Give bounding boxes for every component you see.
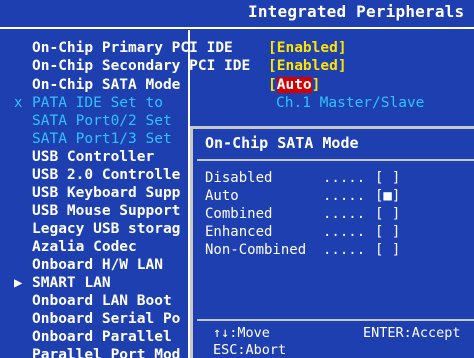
- menu-row-label: Parallel Port Mod: [32, 347, 181, 358]
- popup-footer-divider: [197, 319, 474, 321]
- menu-row[interactable]: x PATA IDE Set to Ch.1 Master/Slave: [0, 94, 470, 112]
- menu-row-label: USB 2.0 Controlle: [32, 167, 181, 183]
- help-move: ↑↓:Move: [213, 325, 270, 341]
- value-bracket-close: ]: [311, 77, 321, 93]
- value-bracket-open: [: [268, 77, 277, 93]
- menu-row-label: SATA Port1/3 Set: [32, 131, 172, 147]
- menu-row-value[interactable]: [Auto]: [268, 76, 320, 94]
- menu-row-value[interactable]: [Enabled]: [268, 39, 347, 57]
- option-dots: .....: [323, 206, 366, 222]
- menu-row-label: Onboard LAN Boot: [32, 293, 172, 309]
- sata-mode-popup: On-Chip SATA Mode Disabled.....[ ] Auto..…: [190, 126, 474, 358]
- option-radio[interactable]: [ ]: [375, 169, 400, 187]
- menu-row-label: USB Keyboard Supp: [32, 185, 181, 201]
- option-label: Auto: [205, 188, 239, 204]
- menu-row-label: Legacy USB storag: [32, 221, 181, 237]
- popup-option[interactable]: Enhanced..... [ ]: [205, 223, 473, 241]
- option-label: Enhanced: [205, 224, 273, 240]
- menu-row-value[interactable]: [Enabled]: [268, 57, 347, 75]
- menu-row-label: PATA IDE Set to: [32, 95, 163, 111]
- page-title: Integrated Peripherals: [248, 2, 465, 21]
- menu-row[interactable]: On-Chip Secondary PCI IDE [Enabled]: [0, 57, 470, 75]
- menu-row-label: USB Controller: [32, 149, 155, 165]
- popup-option[interactable]: Non-Combined..... [ ]: [205, 241, 473, 259]
- menu-row-label: USB Mouse Support: [32, 203, 181, 219]
- menu-row-label: Azalia Codec: [32, 239, 137, 255]
- popup-option[interactable]: Combined..... [ ]: [205, 205, 473, 223]
- popup-option[interactable]: Auto..... [■]: [205, 187, 473, 205]
- option-dots: .....: [323, 188, 366, 204]
- option-dots: .....: [323, 224, 366, 240]
- help-abort: ESC:Abort: [213, 342, 287, 358]
- bios-screen: Integrated Peripherals On-Chip Primary P…: [0, 0, 474, 358]
- option-label: Disabled: [205, 170, 273, 186]
- submenu-arrow-icon: ▶: [14, 275, 23, 291]
- menu-row-label: On-Chip SATA Mode: [32, 77, 181, 93]
- option-radio[interactable]: [ ]: [375, 223, 400, 241]
- help-accept: ENTER:Accept: [363, 325, 461, 341]
- menu-row-label: Onboard Parallel: [32, 329, 172, 345]
- popup-option[interactable]: Disabled..... [ ]: [205, 169, 473, 187]
- disabled-marker-icon: x: [14, 95, 23, 111]
- menu-row-label: SMART LAN: [32, 275, 111, 291]
- menu-row-label: SATA Port0/2 Set: [32, 113, 172, 129]
- option-radio[interactable]: [ ]: [375, 205, 400, 223]
- menu-row-label: On-Chip Primary PCI IDE: [32, 40, 233, 56]
- selected-value-highlight[interactable]: Auto: [276, 77, 312, 93]
- menu-row[interactable]: On-Chip SATA Mode [Auto]: [0, 76, 470, 94]
- menu-row[interactable]: On-Chip Primary PCI IDE [Enabled]: [0, 39, 470, 57]
- popup-divider: [197, 159, 474, 161]
- option-label: Combined: [205, 206, 273, 222]
- popup-title: On-Chip SATA Mode: [205, 134, 359, 152]
- option-dots: .....: [323, 170, 366, 186]
- option-radio[interactable]: [■]: [375, 187, 400, 205]
- option-label: Non-Combined: [205, 242, 307, 258]
- header-divider: [0, 27, 474, 29]
- menu-row-label: On-Chip Secondary PCI IDE: [32, 58, 251, 74]
- menu-row-label: Onboard Serial Po: [32, 311, 181, 327]
- option-dots: .....: [323, 242, 366, 258]
- menu-row-value[interactable]: Ch.1 Master/Slave: [276, 94, 424, 112]
- menu-row-label: Onboard H/W LAN: [32, 257, 163, 273]
- option-radio[interactable]: [ ]: [375, 241, 400, 259]
